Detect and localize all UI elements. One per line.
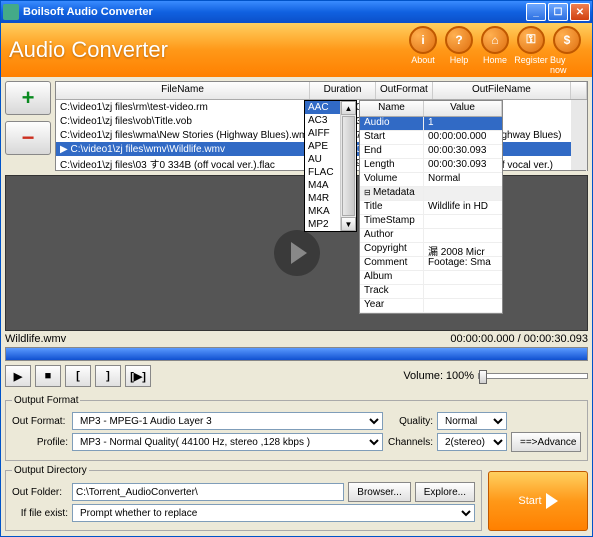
outformat-select[interactable]: MP3 - MPEG-1 Audio Layer 3 — [72, 412, 383, 430]
format-option[interactable]: APE — [305, 140, 340, 153]
format-option[interactable]: AIFF — [305, 127, 340, 140]
col-outfilename[interactable]: OutFileName — [433, 82, 571, 99]
remove-file-button[interactable]: − — [5, 121, 51, 155]
format-dropdown-list[interactable]: AACAC3AIFFAPEAUFLACM4AM4RMKAMP2 ▲ ▼ — [304, 100, 357, 232]
property-row[interactable]: CommentFootage: Sma — [360, 257, 502, 271]
property-row[interactable]: Year — [360, 299, 502, 313]
fileexist-label: If file exist: — [12, 508, 68, 519]
col-duration[interactable]: Duration — [310, 82, 376, 99]
outformat-label: Out Format: — [12, 416, 68, 427]
property-row[interactable]: Audio1 — [360, 117, 502, 131]
grid-scrollbar-head — [571, 82, 587, 99]
hdr-icon: $ — [553, 26, 581, 54]
advance-button[interactable]: ==>Advance — [511, 432, 581, 452]
property-row[interactable]: Track — [360, 285, 502, 299]
add-file-button[interactable]: + — [5, 81, 51, 115]
property-row[interactable]: TitleWildlife in HD — [360, 201, 502, 215]
header-about-button[interactable]: iAbout — [406, 26, 440, 75]
format-option[interactable]: M4R — [305, 192, 340, 205]
format-option[interactable]: MP2 — [305, 218, 340, 231]
seek-bar[interactable] — [5, 347, 588, 361]
explore-button[interactable]: Explore... — [415, 482, 475, 502]
quality-label: Quality: — [387, 416, 433, 427]
header-home-button[interactable]: ⌂Home — [478, 26, 512, 75]
header: Audio Converter iAbout?Help⌂Home⚿Registe… — [1, 23, 592, 77]
property-row[interactable]: Metadata — [360, 187, 502, 201]
volume-slider[interactable] — [478, 373, 588, 379]
browse-button[interactable]: Browser... — [348, 482, 410, 502]
mark-out-button[interactable]: ] — [95, 365, 121, 387]
app-icon — [3, 4, 19, 20]
property-row[interactable]: Length00:00:30.093 — [360, 159, 502, 173]
hdr-icon: ? — [445, 26, 473, 54]
preview-play-icon[interactable] — [274, 230, 320, 276]
col-filename[interactable]: FileName — [56, 82, 310, 99]
property-row[interactable]: Start00:00:00.000 — [360, 131, 502, 145]
quality-select[interactable]: Normal — [437, 412, 507, 430]
preview-filename: Wildlife.wmv — [5, 333, 66, 345]
format-option[interactable]: M4A — [305, 179, 340, 192]
play-icon — [546, 493, 558, 509]
output-format-legend: Output Format — [12, 395, 80, 406]
play-button[interactable]: ▶ — [5, 365, 31, 387]
format-option[interactable]: MKA — [305, 205, 340, 218]
mark-in-button[interactable]: [ — [65, 365, 91, 387]
hdr-icon: i — [409, 26, 437, 54]
start-button[interactable]: Start — [488, 471, 588, 531]
properties-panel: Name Value Audio1Start00:00:00.000End00:… — [359, 100, 503, 314]
grid-scrollbar[interactable] — [571, 100, 587, 170]
channels-select[interactable]: 2(stereo) — [437, 433, 507, 451]
property-row[interactable]: Copyright漏 2008 Micr — [360, 243, 502, 257]
header-buy-now-button[interactable]: $Buy now — [550, 26, 584, 75]
preview-time: 00:00:00.000 / 00:00:30.093 — [450, 333, 588, 345]
maximize-button[interactable]: ☐ — [548, 3, 568, 21]
hdr-icon: ⚿ — [517, 26, 545, 54]
scroll-up-icon[interactable]: ▲ — [341, 101, 356, 115]
prop-col-value[interactable]: Value — [424, 101, 502, 116]
property-row[interactable]: TimeStamp — [360, 215, 502, 229]
goto-mark-button[interactable]: [▶] — [125, 365, 151, 387]
property-row[interactable]: Album — [360, 271, 502, 285]
titlebar[interactable]: Boilsoft Audio Converter _ ☐ ✕ — [1, 1, 592, 23]
scroll-down-icon[interactable]: ▼ — [341, 217, 356, 231]
fileexist-select[interactable]: Prompt whether to replace — [72, 504, 475, 522]
profile-select[interactable]: MP3 - Normal Quality( 44100 Hz, stereo ,… — [72, 433, 383, 451]
stop-button[interactable]: ■ — [35, 365, 61, 387]
prop-col-name[interactable]: Name — [360, 101, 424, 116]
app-title: Audio Converter — [9, 37, 406, 63]
format-option[interactable]: AC3 — [305, 114, 340, 127]
volume-label: Volume: 100% — [403, 370, 474, 382]
channels-label: Channels: — [387, 437, 433, 448]
dropdown-scrollbar[interactable]: ▲ ▼ — [340, 101, 356, 231]
window-title: Boilsoft Audio Converter — [23, 6, 526, 18]
app-window: Boilsoft Audio Converter _ ☐ ✕ Audio Con… — [0, 0, 593, 537]
outfolder-label: Out Folder: — [12, 487, 68, 498]
outfolder-input[interactable] — [72, 483, 344, 501]
header-register-button[interactable]: ⚿Register — [514, 26, 548, 75]
property-row[interactable]: End00:00:30.093 — [360, 145, 502, 159]
col-outformat[interactable]: OutFormat — [376, 82, 433, 99]
format-option[interactable]: AAC — [305, 101, 340, 114]
profile-label: Profile: — [12, 437, 68, 448]
format-option[interactable]: AU — [305, 153, 340, 166]
close-button[interactable]: ✕ — [570, 3, 590, 21]
property-row[interactable]: VolumeNormal — [360, 173, 502, 187]
header-help-button[interactable]: ?Help — [442, 26, 476, 75]
output-directory-group: Output Directory Out Folder: Browser... … — [5, 465, 482, 531]
property-row[interactable]: Author — [360, 229, 502, 243]
output-directory-legend: Output Directory — [12, 465, 89, 476]
minimize-button[interactable]: _ — [526, 3, 546, 21]
format-option[interactable]: FLAC — [305, 166, 340, 179]
hdr-icon: ⌂ — [481, 26, 509, 54]
output-format-group: Output Format Out Format: MP3 - MPEG-1 A… — [5, 395, 588, 461]
